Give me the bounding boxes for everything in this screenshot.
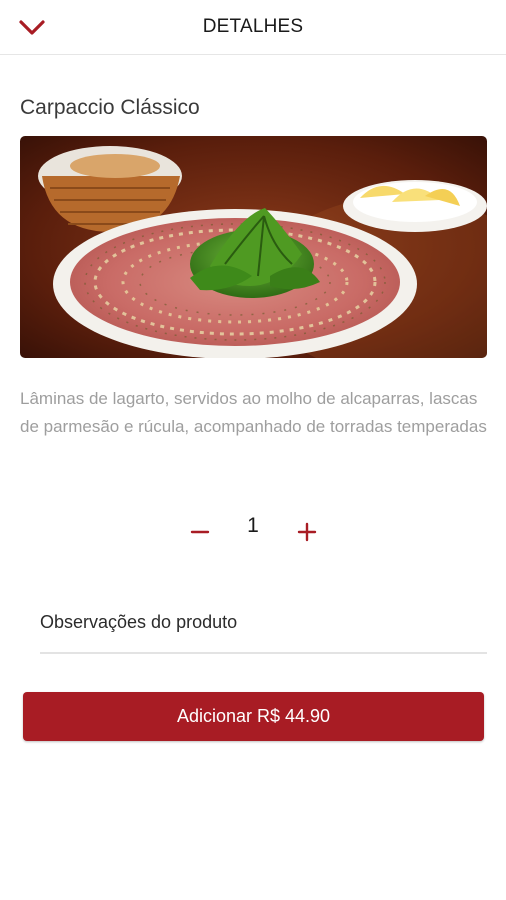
decrease-quantity-button[interactable]: [188, 520, 212, 544]
header-bar: DETALHES: [0, 0, 506, 55]
quantity-stepper: 1: [0, 512, 506, 552]
observations-field: [40, 600, 487, 654]
plus-icon: [297, 522, 317, 542]
carpaccio-photo: [20, 136, 487, 358]
product-name: Carpaccio Clássico: [20, 96, 200, 119]
product-details-screen: DETALHES Carpaccio Clássico Lâminas de l…: [0, 0, 506, 900]
increase-quantity-button[interactable]: [295, 520, 319, 544]
add-to-cart-button[interactable]: Adicionar R$ 44.90: [23, 692, 484, 741]
quantity-value: 1: [247, 514, 259, 537]
product-description: Lâminas de lagarto, servidos ao molho de…: [20, 389, 487, 436]
observations-input[interactable]: [40, 600, 487, 644]
product-image: [20, 136, 487, 358]
page-title: DETALHES: [202, 16, 304, 37]
minus-icon: [190, 530, 210, 534]
